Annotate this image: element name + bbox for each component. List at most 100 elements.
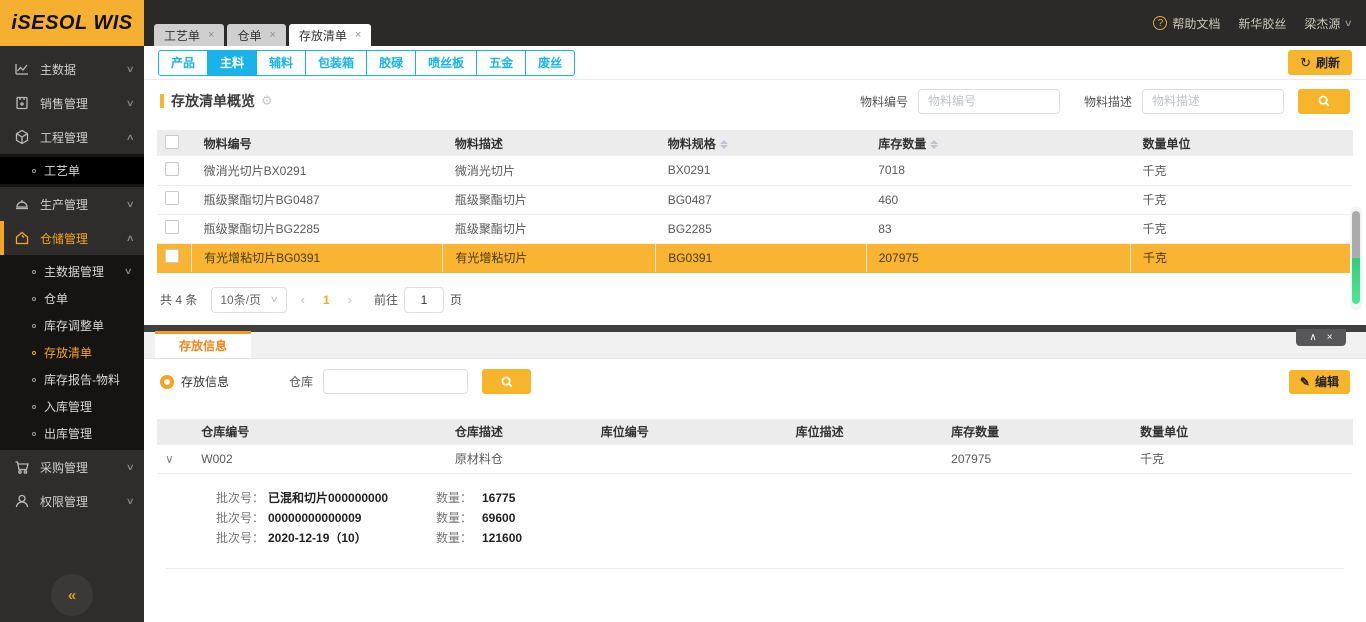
batch-label: 批次号：	[216, 511, 265, 525]
refresh-icon: ↻	[1300, 54, 1311, 70]
helmet-icon	[14, 196, 30, 212]
storage-info-radio[interactable]	[160, 374, 174, 389]
material-code-input[interactable]	[917, 88, 1060, 114]
page-title: 存放清单概览	[171, 93, 255, 109]
category-tab-hardware[interactable]: 五金	[476, 49, 527, 76]
sort-icon[interactable]	[930, 139, 939, 149]
sidebar-subitem-outbound[interactable]: 出库管理	[0, 420, 144, 447]
table-row[interactable]: 瓶级聚酯切片BG0487 瓶级聚酯切片 BG0487 460 千克	[157, 185, 1353, 215]
warehouse-input[interactable]	[323, 369, 469, 394]
sidebar-item-label: 主数据	[40, 62, 77, 77]
category-tab-product[interactable]: 产品	[158, 49, 209, 76]
sidebar-item-engineering[interactable]: 工程管理 ∧	[0, 120, 144, 154]
detail-header-row: 仓库编号 仓库描述 库位编号 库位描述 库存数量 数量单位	[157, 418, 1353, 445]
category-tab-packing-box[interactable]: 包装箱	[305, 49, 368, 76]
search-button[interactable]	[1298, 88, 1350, 114]
close-panel-icon[interactable]: ×	[1327, 332, 1333, 343]
help-link[interactable]: ? 帮助文档	[1153, 15, 1220, 32]
edit-button[interactable]: ✎ 编辑	[1288, 369, 1350, 394]
sidebar-subitem-label: 仓单	[44, 292, 69, 306]
detail-tab-storage-info[interactable]: 存放信息	[155, 330, 251, 358]
window-tab-process-order[interactable]: 工艺单 ×	[154, 24, 225, 46]
batch-number: 已混和切片000000000	[268, 491, 389, 505]
bullet-icon	[32, 296, 36, 301]
next-page-button[interactable]: ›	[342, 292, 358, 307]
chart-icon	[14, 61, 30, 77]
table-row[interactable]: 微消光切片BX0291 微消光切片 BX0291 7018 千克	[157, 156, 1353, 186]
goto-label: 前往	[374, 293, 399, 307]
detail-row[interactable]: ∨ W002 原材料仓 207975 千克	[157, 444, 1353, 474]
scrollbar-thumb[interactable]	[1352, 211, 1360, 304]
select-all-checkbox[interactable]	[165, 134, 179, 149]
user-menu[interactable]: 梁杰源 ∨	[1304, 15, 1354, 32]
refresh-button[interactable]: ↻ 刷新	[1288, 50, 1352, 75]
material-code-label: 物料编号	[859, 94, 908, 109]
row-expand-icon[interactable]: ∨	[165, 452, 174, 466]
bullet-icon	[32, 168, 36, 173]
category-tab-spinneret[interactable]: 喷丝板	[415, 49, 478, 76]
sidebar-subitem-inbound[interactable]: 入库管理	[0, 393, 144, 420]
col-stock-qty[interactable]: 库存数量	[866, 130, 1131, 156]
page-size-select[interactable]: 10条/页 ∨	[211, 286, 287, 313]
category-tab-auxiliary[interactable]: 辅料	[256, 49, 307, 76]
sidebar-subitem-storage-list[interactable]: 存放清单	[0, 339, 144, 366]
close-icon[interactable]: ×	[355, 29, 361, 41]
row-checkbox[interactable]	[165, 249, 179, 263]
sidebar-subitem-label: 入库管理	[44, 400, 93, 414]
chevron-down-icon: ∨	[124, 266, 134, 276]
batch-qty: 69600	[482, 511, 516, 525]
sidebar-subitem-warehouse-order[interactable]: 仓单	[0, 285, 144, 312]
close-icon[interactable]: ×	[269, 29, 275, 41]
current-page[interactable]: 1	[319, 293, 334, 307]
sidebar-subitem-master-data-mgmt[interactable]: 主数据管理 ∨	[0, 258, 144, 285]
detail-table-wrap: 仓库编号 仓库描述 库位编号 库位描述 库存数量 数量单位 ∨ W002 原材料…	[144, 401, 1366, 569]
batch-line: 批次号： 2020-12-19（10） 数量： 121600	[216, 528, 1344, 548]
goto-page-input[interactable]	[404, 286, 445, 313]
chevron-down-icon: ∨	[1344, 17, 1354, 28]
submenu-engineering: 工艺单	[0, 154, 144, 187]
sidebar-item-production[interactable]: 生产管理 ∨	[0, 187, 144, 221]
col-location-desc: 库位描述	[783, 418, 940, 445]
row-checkbox[interactable]	[165, 220, 179, 234]
col-material-spec[interactable]: 物料规格	[655, 130, 867, 156]
collapse-panel-icon[interactable]: ∧	[1309, 332, 1316, 343]
table-header-row: 物料编号 物料描述 物料规格 库存数量 数量单位	[157, 130, 1353, 156]
sidebar-collapse-button[interactable]: «	[51, 574, 93, 616]
category-tab-waste-silk[interactable]: 废丝	[525, 49, 576, 76]
close-icon[interactable]: ×	[208, 29, 214, 41]
sidebar-item-sales[interactable]: 销售管理 ∨	[0, 86, 144, 120]
category-tab-rubber-roller[interactable]: 胶碌	[366, 49, 417, 76]
prev-page-button[interactable]: ‹	[295, 292, 311, 307]
sidebar-subitem-inventory-report[interactable]: 库存报告-物料	[0, 366, 144, 393]
row-checkbox[interactable]	[165, 161, 179, 176]
sort-icon[interactable]	[719, 139, 728, 149]
total-count: 共 4 条	[160, 293, 198, 307]
col-material-desc: 物料描述	[442, 130, 656, 156]
batch-number: 2020-12-19（10）	[268, 531, 367, 545]
category-tabs: 产品 主料 辅料 包装箱 胶碌 喷丝板 五金 废丝	[158, 49, 576, 76]
row-checkbox[interactable]	[165, 191, 179, 205]
overview-filters: 物料编号 物料描述	[859, 88, 1350, 114]
batch-qty: 16775	[482, 491, 516, 505]
sidebar-subitem-label: 存放清单	[44, 346, 93, 360]
sidebar: iSESOL WIS 主数据 ∨ 销售管理 ∨ 工程管理 ∧ 工艺单 生产管理 …	[0, 0, 144, 622]
title-accent-bar	[160, 94, 164, 108]
panel-splitter[interactable]	[144, 324, 1366, 332]
sidebar-item-label: 生产管理	[40, 197, 89, 212]
sidebar-item-permissions[interactable]: 权限管理 ∨	[0, 484, 144, 518]
collapse-left-icon: «	[67, 586, 77, 604]
window-tab-storage-list[interactable]: 存放清单 ×	[288, 24, 372, 46]
sidebar-item-purchase[interactable]: 采购管理 ∨	[0, 450, 144, 484]
table-row[interactable]: 瓶级聚酯切片BG2285 瓶级聚酯切片 BG2285 83 千克	[157, 214, 1353, 244]
material-desc-input[interactable]	[1142, 88, 1284, 114]
category-tab-main-material[interactable]: 主料	[207, 49, 258, 76]
sidebar-item-master-data[interactable]: 主数据 ∨	[0, 52, 144, 86]
sidebar-item-warehouse[interactable]: 仓储管理 ∧	[0, 221, 144, 255]
sidebar-subitem-inventory-adjust[interactable]: 库存调整单	[0, 312, 144, 339]
sidebar-subitem-process-order[interactable]: 工艺单	[0, 157, 144, 184]
window-tab-warehouse-order[interactable]: 仓单 ×	[227, 24, 286, 46]
gear-icon[interactable]: ⚙	[261, 93, 273, 109]
sidebar-subitem-label: 库存调整单	[44, 319, 105, 333]
table-row-selected[interactable]: 有光增粘切片BG0391 有光增粘切片 BG0391 207975 千克	[157, 243, 1353, 273]
detail-search-button[interactable]	[482, 369, 532, 394]
